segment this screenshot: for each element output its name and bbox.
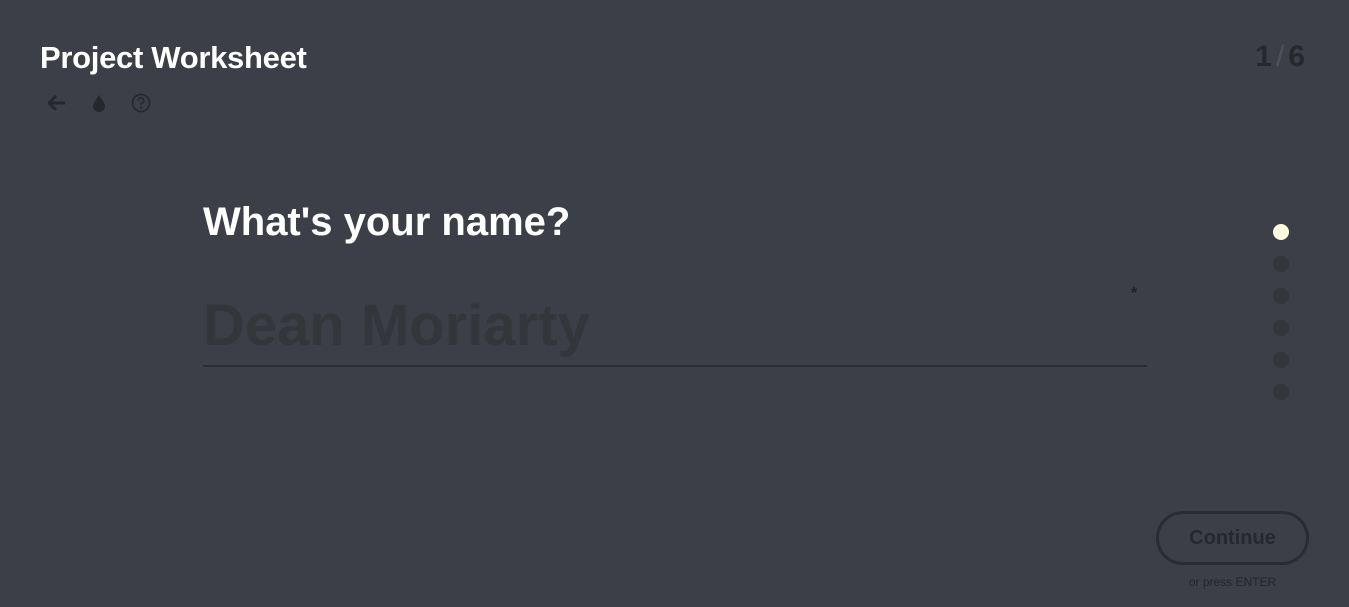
question-title: What's your name? [203, 200, 571, 244]
step-current: 1 [1255, 40, 1272, 73]
theme-button[interactable] [88, 92, 110, 114]
droplet-icon [93, 95, 105, 112]
app-title: Project Worksheet [40, 40, 307, 75]
progress-dot-3[interactable] [1273, 288, 1289, 304]
enter-hint: or press ENTER [1188, 575, 1277, 589]
step-separator: / [1275, 40, 1285, 73]
progress-dot-4[interactable] [1273, 320, 1289, 336]
arrow-left-icon [48, 95, 65, 111]
toolbar [46, 92, 152, 114]
back-button[interactable] [46, 92, 68, 114]
continue-button[interactable]: Continue [1156, 511, 1309, 565]
help-circle-icon [131, 93, 151, 113]
name-input[interactable] [203, 285, 1147, 367]
progress-dot-2[interactable] [1273, 256, 1289, 272]
progress-dot-1[interactable] [1273, 224, 1289, 240]
help-button[interactable] [130, 92, 152, 114]
progress-dots [1273, 224, 1289, 400]
progress-dot-6[interactable] [1273, 384, 1289, 400]
step-counter: 1/6 [1255, 40, 1305, 74]
step-total: 6 [1288, 40, 1305, 73]
progress-dot-5[interactable] [1273, 352, 1289, 368]
required-asterisk-icon: * [1131, 285, 1138, 302]
